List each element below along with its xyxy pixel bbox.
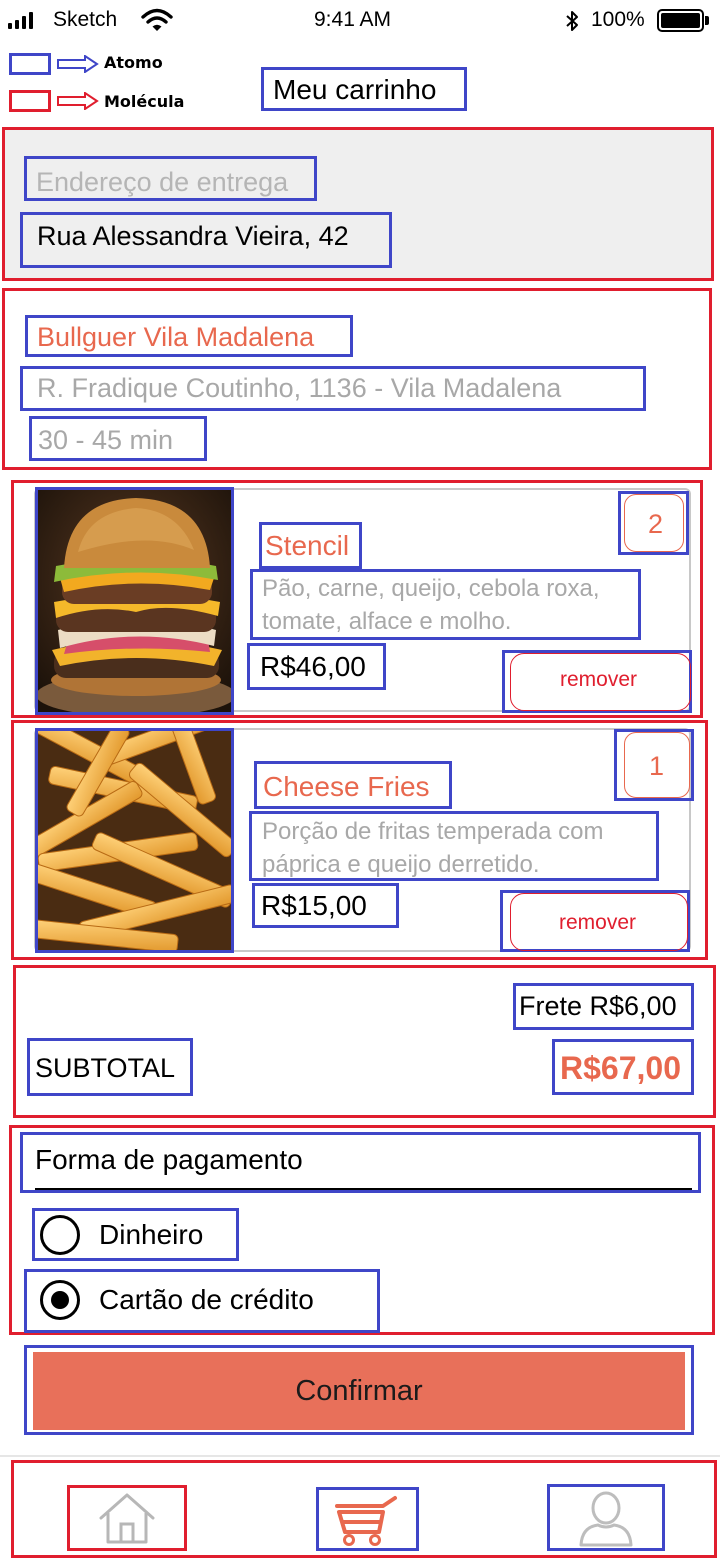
molecule-legend-label: Molécula bbox=[104, 92, 185, 111]
payment-option-label: Cartão de crédito bbox=[99, 1284, 314, 1315]
home-icon bbox=[99, 1493, 155, 1544]
legend: Atomo Molécula bbox=[0, 44, 260, 124]
status-bar: Sketch 9:41 AM 100% bbox=[0, 0, 720, 44]
subtotal-label-box: SUBTOTAL bbox=[27, 1038, 193, 1096]
signal-icon bbox=[8, 12, 48, 29]
remove-button-label: remover bbox=[559, 911, 637, 934]
payment-option-label: Dinheiro bbox=[99, 1219, 204, 1250]
item-price: R$46,00 bbox=[260, 651, 366, 682]
item-name-box: Cheese Fries bbox=[254, 761, 452, 809]
cart-item: Stencil Pão, carne, queijo, cebola roxa,… bbox=[11, 480, 703, 718]
item-name: Cheese Fries bbox=[263, 771, 430, 802]
item-quantity: 1 bbox=[649, 751, 665, 781]
item-description-box: Pão, carne, queijo, cebola roxa, tomate,… bbox=[250, 569, 641, 640]
payment-option-cash[interactable]: Dinheiro bbox=[32, 1208, 239, 1261]
page-title: Meu carrinho bbox=[273, 74, 437, 105]
molecule-swatch bbox=[9, 90, 51, 112]
carrier-label: Sketch bbox=[53, 8, 118, 31]
shipping-box: Frete R$6,00 bbox=[513, 983, 694, 1030]
subtotal-value: R$67,00 bbox=[560, 1050, 681, 1086]
battery-percent: 100% bbox=[591, 8, 645, 31]
cart-icon bbox=[335, 1496, 397, 1546]
remove-button[interactable]: remover bbox=[502, 650, 692, 713]
item-description-line2: páprica e queijo derretido. bbox=[262, 851, 540, 878]
delivery-address-box: Rua Alessandra Vieira, 42 bbox=[20, 212, 392, 268]
fries-photo bbox=[35, 728, 234, 953]
restaurant-name-box: Bullguer Vila Madalena bbox=[25, 315, 353, 357]
nav-divider bbox=[0, 1455, 720, 1457]
subtotal-label: SUBTOTAL bbox=[35, 1053, 176, 1083]
item-quantity-box[interactable]: 1 bbox=[614, 729, 694, 801]
bluetooth-icon bbox=[566, 11, 578, 31]
confirm-button[interactable]: Confirmar bbox=[33, 1352, 685, 1430]
item-name: Stencil bbox=[265, 530, 350, 561]
remove-button[interactable]: remover bbox=[500, 890, 690, 952]
battery-icon bbox=[657, 9, 709, 32]
delivery-placeholder-box: Endereço de entrega bbox=[24, 156, 317, 201]
delivery-address: Rua Alessandra Vieira, 42 bbox=[37, 221, 349, 251]
item-quantity-box[interactable]: 2 bbox=[618, 491, 689, 555]
restaurant-section: Bullguer Vila Madalena R. Fradique Couti… bbox=[2, 288, 712, 470]
molecule-arrow-icon bbox=[57, 92, 99, 110]
radio-selected-icon[interactable] bbox=[40, 1280, 80, 1320]
nav-cart[interactable] bbox=[316, 1487, 419, 1551]
payment-option-card[interactable]: Cartão de crédito bbox=[24, 1269, 380, 1333]
page-title-box: Meu carrinho bbox=[261, 67, 467, 111]
payment-title-box: Forma de pagamento bbox=[20, 1132, 701, 1193]
restaurant-address: R. Fradique Coutinho, 1136 - Vila Madale… bbox=[37, 373, 562, 403]
profile-icon bbox=[579, 1491, 633, 1547]
atom-swatch bbox=[9, 53, 51, 75]
order-summary: Frete R$6,00 SUBTOTAL R$67,00 bbox=[13, 965, 716, 1118]
item-description-line1: Pão, carne, queijo, cebola roxa, bbox=[262, 575, 600, 602]
item-price: R$15,00 bbox=[261, 890, 367, 921]
payment-title-underline bbox=[35, 1188, 692, 1190]
burger-photo bbox=[35, 487, 234, 715]
wifi-icon bbox=[141, 8, 173, 31]
item-price-box: R$46,00 bbox=[247, 643, 386, 690]
restaurant-name: Bullguer Vila Madalena bbox=[37, 322, 315, 352]
nav-profile[interactable] bbox=[547, 1484, 665, 1551]
delivery-time-box: 30 - 45 min bbox=[29, 416, 207, 461]
bottom-nav bbox=[11, 1460, 717, 1558]
payment-title: Forma de pagamento bbox=[35, 1144, 303, 1175]
radio-unselected-icon[interactable] bbox=[40, 1215, 80, 1255]
nav-home[interactable] bbox=[67, 1485, 187, 1551]
remove-button-label: remover bbox=[560, 668, 638, 691]
item-description-box: Porção de fritas temperada com páprica e… bbox=[249, 811, 659, 881]
cart-item: Cheese Fries Porção de fritas temperada … bbox=[11, 720, 708, 960]
clock: 9:41 AM bbox=[314, 8, 392, 31]
item-quantity: 2 bbox=[648, 509, 664, 539]
item-price-box: R$15,00 bbox=[252, 883, 399, 928]
item-description-line2: tomate, alface e molho. bbox=[262, 608, 512, 635]
delivery-time: 30 - 45 min bbox=[38, 425, 174, 455]
atom-arrow-icon bbox=[57, 55, 99, 73]
shipping-fee: Frete R$6,00 bbox=[519, 991, 677, 1021]
delivery-address-section[interactable]: Endereço de entrega Rua Alessandra Vieir… bbox=[2, 127, 714, 281]
restaurant-address-box: R. Fradique Coutinho, 1136 - Vila Madale… bbox=[20, 366, 646, 411]
item-name-box: Stencil bbox=[259, 522, 362, 569]
delivery-placeholder: Endereço de entrega bbox=[36, 167, 289, 197]
subtotal-value-box: R$67,00 bbox=[552, 1039, 694, 1095]
atom-legend-label: Atomo bbox=[104, 53, 163, 72]
item-description-line1: Porção de fritas temperada com bbox=[262, 818, 604, 845]
payment-section: Forma de pagamento Dinheiro Cartão de cr… bbox=[9, 1125, 715, 1335]
confirm-button-frame[interactable]: Confirmar bbox=[24, 1345, 694, 1435]
